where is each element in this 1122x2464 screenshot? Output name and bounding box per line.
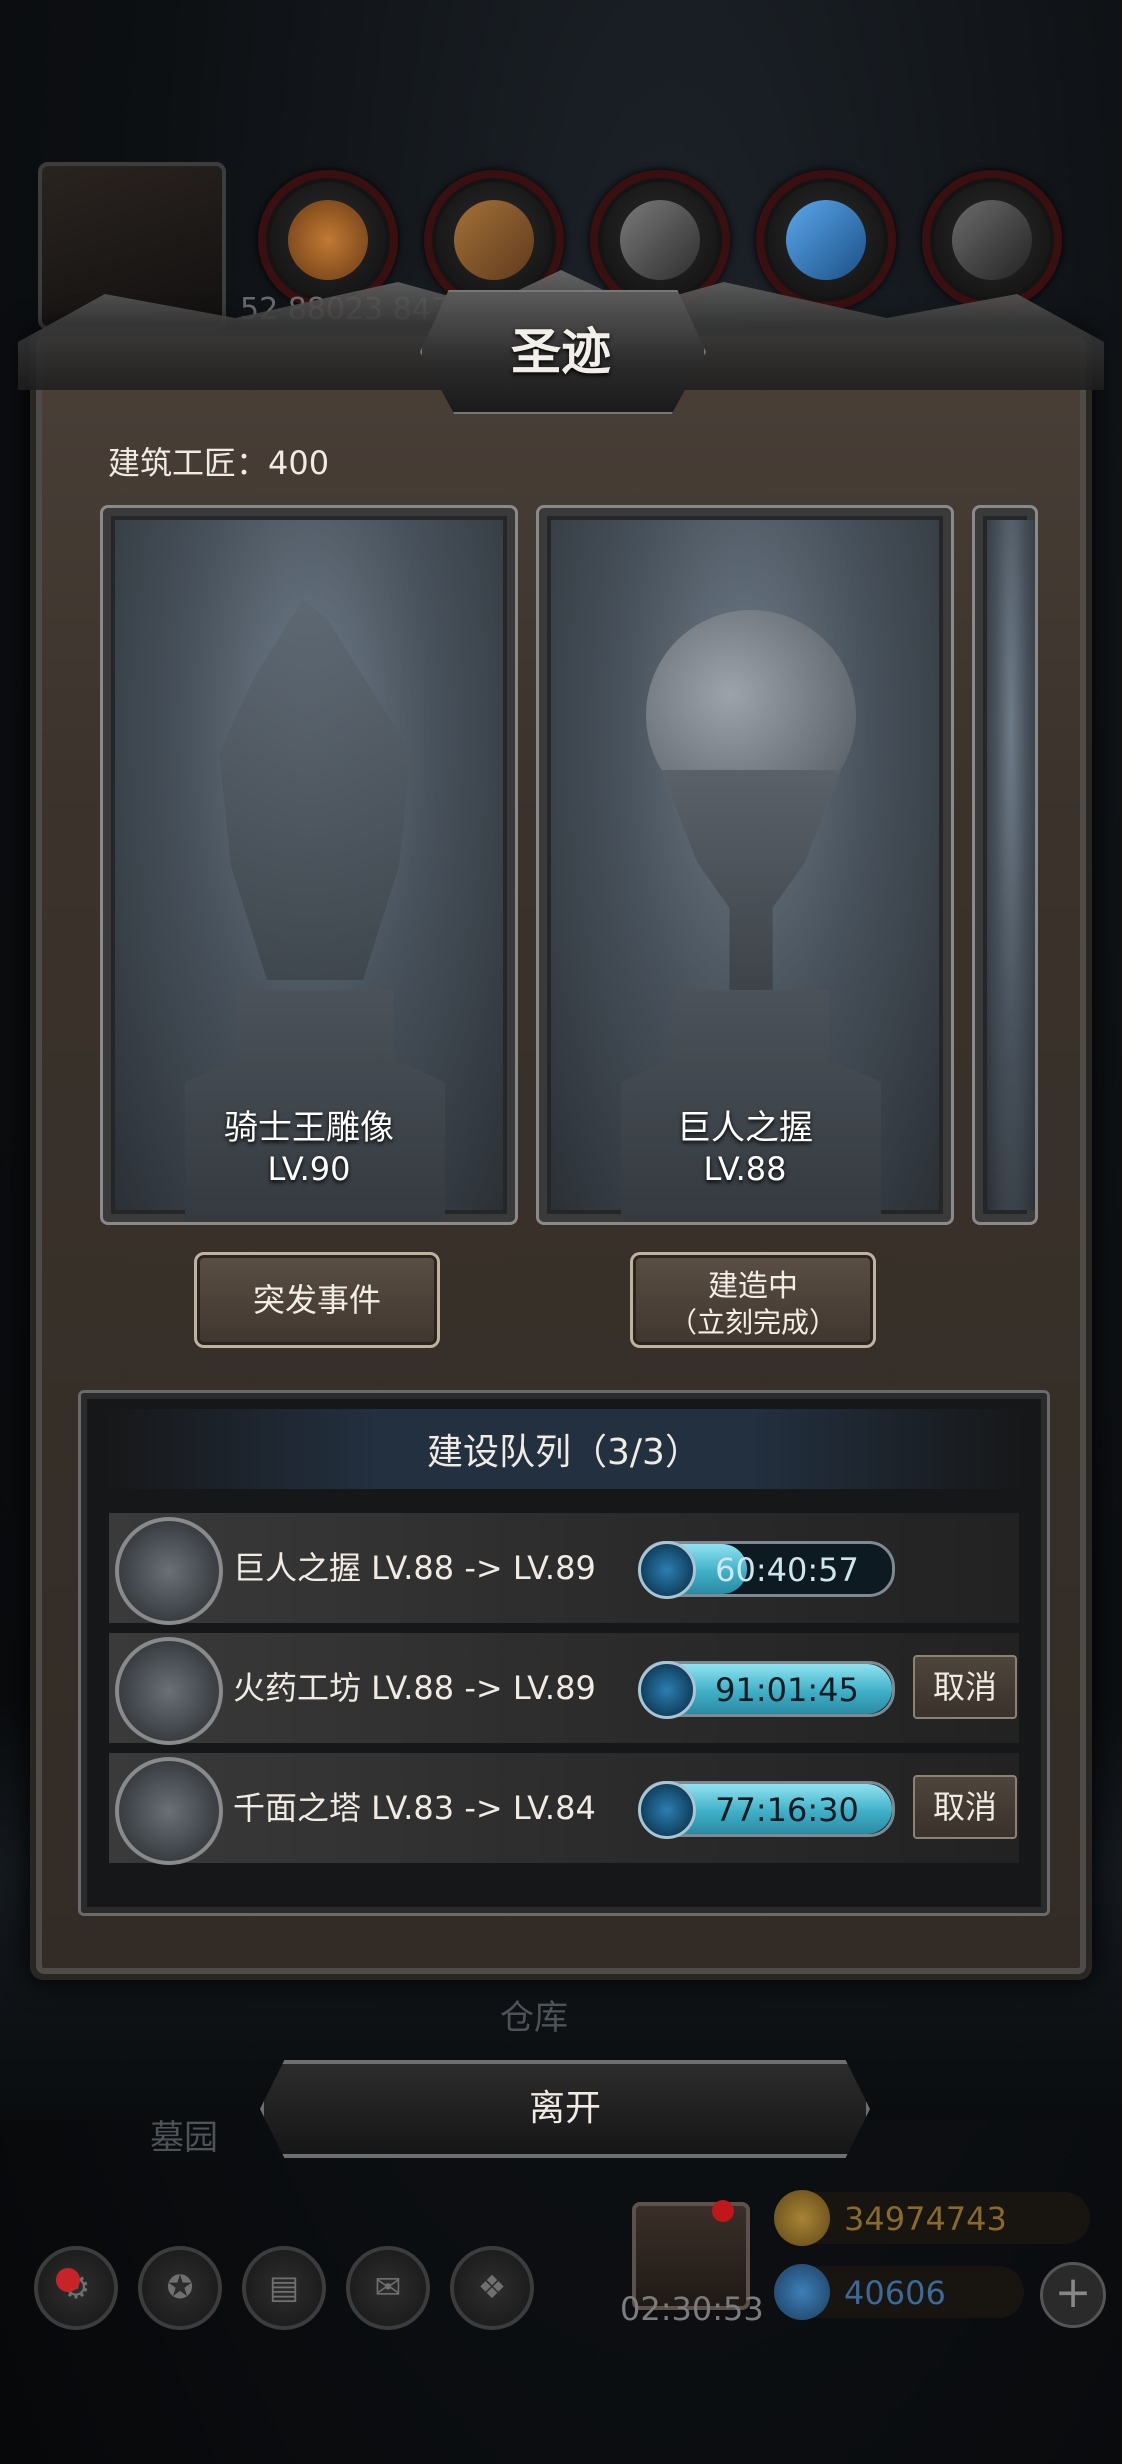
card-name: 骑士王雕像 — [224, 1108, 394, 1148]
queue-row-text: 巨人之握 LV.88 -> LV.89 — [233, 1549, 596, 1587]
bag-icon: ❖ — [477, 2268, 507, 2306]
queue-row[interactable]: 巨人之握 LV.88 -> LV.89 60:40:57 — [109, 1513, 1019, 1625]
build-instant-complete-button[interactable]: 建造中 （立刻完成） — [630, 1252, 876, 1348]
star-emblem-icon: ✪ — [166, 2268, 194, 2306]
stone-hand — [661, 770, 841, 1000]
building-card-giant-grip[interactable]: 巨人之握 LV.88 — [536, 505, 954, 1225]
gem-counter[interactable]: 40606 — [774, 2264, 1024, 2320]
next-card-image — [987, 520, 1035, 1210]
gold-coin-icon — [774, 2190, 830, 2246]
queue-progress-bar: 77:16:30 — [638, 1781, 895, 1839]
instant-complete-text: （立刻完成） — [668, 1306, 837, 1339]
powder-workshop-icon — [115, 1637, 223, 1745]
cancel-button[interactable]: 取消 — [913, 1775, 1017, 1839]
background-label-graveyard: 墓园 — [150, 2118, 218, 2158]
gem-amount: 40606 — [844, 2274, 946, 2312]
add-gems-button[interactable]: + — [1040, 2262, 1106, 2328]
queue-row[interactable]: 千面之塔 LV.83 -> LV.84 77:16:30 取消 — [109, 1753, 1019, 1865]
gem-icon — [774, 2264, 830, 2320]
card-level: LV.88 — [703, 1150, 787, 1188]
card-level: LV.90 — [267, 1150, 351, 1188]
gift-notification-dot — [712, 2200, 734, 2222]
item-bag-button[interactable]: ❖ — [450, 2246, 534, 2330]
alliance-button[interactable]: ✪ — [138, 2246, 222, 2330]
construction-queue: 建设队列（3/3） 巨人之握 LV.88 -> LV.89 60:40:57 火… — [78, 1390, 1050, 1916]
gold-counter[interactable]: 34974743 — [774, 2190, 1090, 2246]
wood-icon — [454, 200, 534, 280]
queue-time: 60:40:57 — [715, 1551, 859, 1589]
queue-progress-bar: 91:01:45 — [638, 1661, 895, 1719]
iron-resource[interactable] — [922, 170, 1062, 310]
background-label-warehouse: 仓库 — [500, 1998, 568, 2038]
emergency-event-button[interactable]: 突发事件 — [194, 1252, 440, 1348]
craftsman-count: 建筑工匠：400 — [108, 444, 330, 482]
crystal-icon — [786, 200, 866, 280]
building-card-knight-statue[interactable]: 骑士王雕像 LV.90 — [100, 505, 518, 1225]
queue-progress-bar: 60:40:57 — [638, 1541, 895, 1599]
queue-row[interactable]: 火药工坊 LV.88 -> LV.89 91:01:45 取消 — [109, 1633, 1019, 1745]
queue-time: 77:16:30 — [715, 1791, 859, 1829]
building-card-next[interactable] — [972, 505, 1038, 1225]
thousand-faces-tower-icon — [115, 1757, 223, 1865]
mail-icon: ✉ — [374, 2268, 402, 2306]
leave-button[interactable]: 离开 — [260, 2060, 870, 2158]
iron-icon — [952, 200, 1032, 280]
queue-title: 建设队列（3/3） — [427, 1432, 701, 1473]
scroll-icon: ▤ — [268, 2268, 300, 2306]
queue-row-text: 火药工坊 LV.88 -> LV.89 — [233, 1669, 596, 1707]
stone-icon — [620, 200, 700, 280]
card-name: 巨人之握 — [677, 1108, 813, 1148]
cancel-button[interactable]: 取消 — [913, 1655, 1017, 1719]
queue-time: 91:01:45 — [715, 1671, 859, 1709]
gold-amount: 34974743 — [844, 2200, 1007, 2238]
building-status-text: 建造中 — [708, 1269, 798, 1304]
page-title: 圣迹 — [511, 322, 611, 381]
gift-timer: 02:30:53 — [620, 2290, 764, 2328]
giant-grip-icon — [115, 1517, 223, 1625]
knight-statue-figure — [219, 600, 411, 980]
bread-icon — [288, 200, 368, 280]
scroll-button[interactable]: ▤ — [242, 2246, 326, 2330]
queue-row-text: 千面之塔 LV.83 -> LV.84 — [233, 1789, 596, 1827]
crystal-resource[interactable] — [756, 170, 896, 310]
mail-button[interactable]: ✉ — [346, 2246, 430, 2330]
notification-dot — [56, 2268, 80, 2292]
